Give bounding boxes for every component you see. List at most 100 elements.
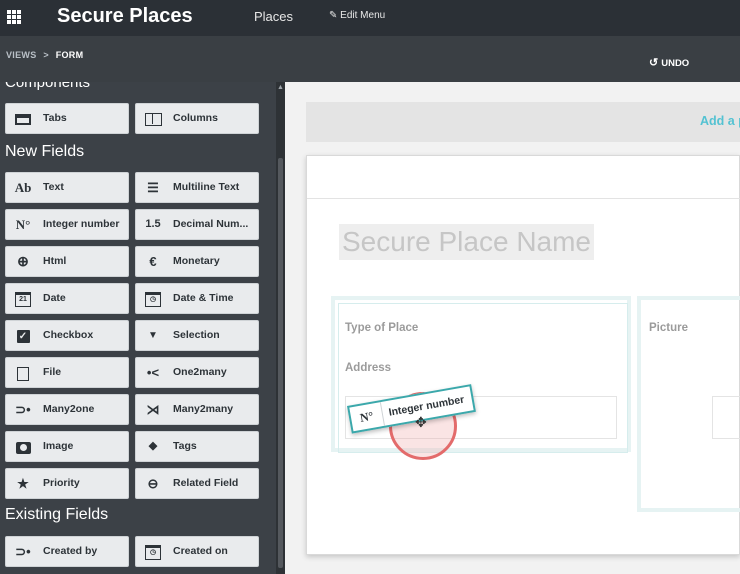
field-related-field[interactable]: ⊖ Related Field [135,468,259,499]
field-priority[interactable]: ★ Priority [5,468,129,499]
breadcrumb-form: FORM [55,50,84,60]
address-label[interactable]: Address [345,362,391,374]
field-date-time[interactable]: ◷ Date & Time [135,283,259,314]
integer-icon: N° [15,217,31,232]
star-icon: ★ [17,476,29,491]
breadcrumb-views[interactable]: VIEWS [6,50,37,60]
field-label: Text [43,181,64,193]
many2one-icon: ⊃• [15,402,31,417]
field-label: Image [43,440,74,452]
field-selection[interactable]: ▼ Selection [135,320,259,351]
field-label: Integer number [43,218,120,230]
many2one-icon: ⊃• [15,544,31,559]
columns-icon [136,104,170,133]
component-columns[interactable]: Columns [135,103,259,134]
tag-icon: ◆ [148,440,158,452]
field-text[interactable]: Ab Text [5,172,129,203]
field-many2many[interactable]: ⋊ Many2many [135,394,259,425]
clock-calendar-icon: ◷ [136,537,170,566]
multiline-text-icon: ☰ [147,180,159,195]
field-tags[interactable]: ◆ Tags [135,431,259,462]
undo-icon: ↺ [649,57,659,69]
component-tabs[interactable]: Tabs [5,103,129,134]
move-cursor-icon: ✥ [415,414,427,430]
integer-icon: N° [349,402,385,432]
type-of-place-label[interactable]: Type of Place [345,322,418,334]
field-label: Created by [43,545,98,557]
field-label: Many2many [173,403,234,415]
field-multiline-text[interactable]: ☰ Multiline Text [135,172,259,203]
field-label: Html [43,255,67,267]
field-label: Selection [173,329,220,341]
scroll-up-icon[interactable]: ▲ [277,84,284,91]
sidebar-scrollbar[interactable]: ▲ [276,82,285,574]
edit-menu-label: Edit Menu [340,10,386,21]
field-label: Date & Time [173,292,234,304]
many2many-icon: ⋊ [146,402,160,417]
top-navbar: Secure Places Places ✎ Edit Menu [0,0,740,36]
undo-button[interactable]: ↺ UNDO [649,56,689,69]
field-image[interactable]: Image [5,431,129,462]
sheet-divider [307,198,740,199]
header-drop-strip[interactable] [306,102,740,142]
field-label: One2many [173,366,227,378]
existing-field-created-on[interactable]: ◷ Created on [135,536,259,567]
globe-icon: ⊕ [17,253,29,269]
text-icon: Ab [14,180,32,195]
euro-icon: € [149,254,157,269]
breadcrumb-separator: > [43,50,49,60]
app-title[interactable]: Secure Places [57,5,193,28]
edit-menu-link[interactable]: ✎ Edit Menu [329,10,385,21]
existing-field-created-by[interactable]: ⊃• Created by [5,536,129,567]
field-monetary[interactable]: € Monetary [135,246,259,277]
record-name-placeholder[interactable]: Secure Place Name [339,224,595,260]
file-icon [6,358,40,387]
field-label: Date [43,292,66,304]
field-file[interactable]: File [5,357,129,388]
caret-down-icon: ▼ [148,330,158,341]
field-label: Tags [173,440,197,452]
field-one2many[interactable]: •< One2many [135,357,259,388]
components-title: Components [5,82,91,91]
scrollbar-thumb[interactable] [278,158,283,568]
breadcrumb: VIEWS > FORM [6,50,83,60]
field-integer-number[interactable]: N° Integer number [5,209,129,240]
field-label: File [43,366,62,378]
field-label: Created on [173,545,228,557]
control-panel: VIEWS > FORM ↺ UNDO [0,36,740,82]
decimal-icon: 1.5 [145,218,161,230]
field-many2one[interactable]: ⊃• Many2one [5,394,129,425]
undo-label: UNDO [661,58,690,69]
field-label: Checkbox [43,329,94,341]
new-fields-title: New Fields [5,143,85,160]
component-label: Tabs [43,112,67,124]
menu-places[interactable]: Places [254,9,293,24]
add-button-link[interactable]: Add a p [700,114,740,128]
field-html[interactable]: ⊕ Html [5,246,129,277]
picture-field-box[interactable] [712,396,740,439]
tabs-icon [6,104,40,133]
clock-calendar-icon: ◷ [136,284,170,313]
field-label: Monetary [173,255,220,267]
field-label: Many2one [43,403,95,415]
field-label: Priority [43,477,80,489]
grid-apps-icon[interactable] [7,10,21,24]
field-label: Related Field [173,477,239,489]
form-editor-area: Add a p Secure Place Name Type of Place … [285,82,740,574]
field-decimal-number[interactable]: 1.5 Decimal Num... [135,209,259,240]
field-checkbox[interactable]: ✓ Checkbox [5,320,129,351]
field-label: Multiline Text [173,181,240,193]
form-sheet: Secure Place Name Type of Place Address … [306,155,740,555]
editor-sidebar: Components Tabs Columns New Fields Ab Te… [0,82,285,574]
existing-fields-title: Existing Fields [5,506,109,523]
picture-label[interactable]: Picture [649,322,688,334]
checkbox-icon: ✓ [6,321,40,350]
field-label: Decimal Num... [173,218,249,230]
field-date[interactable]: 21 Date [5,283,129,314]
calendar-icon: 21 [6,284,40,313]
one2many-icon: •< [146,365,160,380]
component-label: Columns [173,112,218,124]
pencil-icon: ✎ [329,10,338,21]
camera-icon [6,432,40,461]
link-icon: ⊖ [147,476,159,491]
